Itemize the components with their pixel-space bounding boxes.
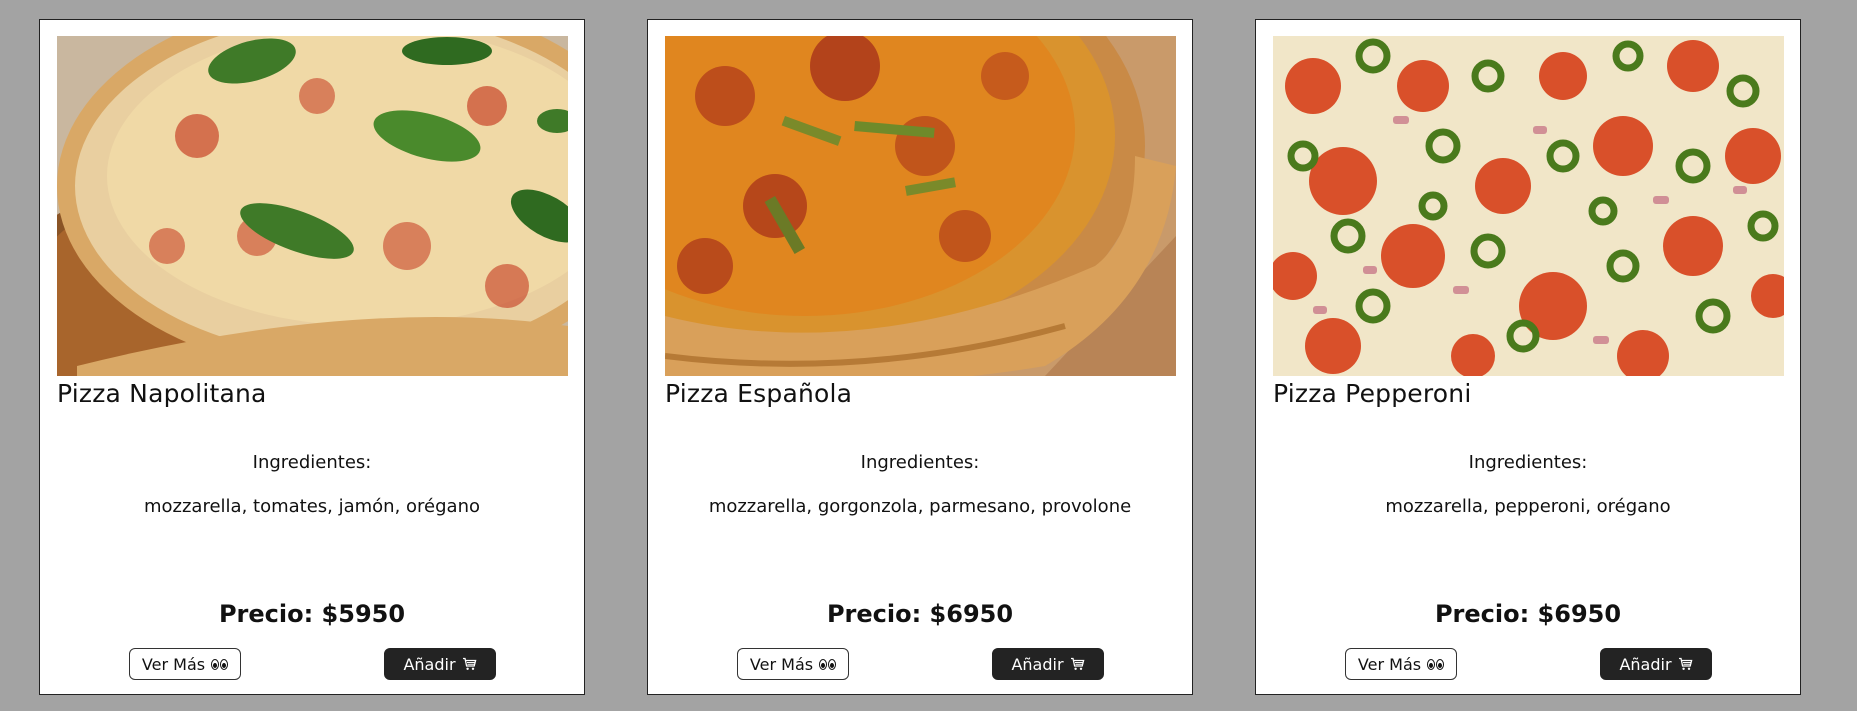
ingredients-list: mozzarella, gorgonzola, parmesano, provo… xyxy=(708,496,1132,517)
add-label: Añadir xyxy=(1619,654,1672,674)
product-price: Precio: $6950 xyxy=(826,600,1014,628)
ingredients-list: mozzarella, pepperoni, orégano xyxy=(1385,496,1671,517)
ver-mas-button[interactable]: Ver Más xyxy=(1345,648,1457,680)
ver-mas-button[interactable]: Ver Más xyxy=(737,648,849,680)
add-label: Añadir xyxy=(403,654,456,674)
ingredients-label: Ingredientes: xyxy=(1468,452,1588,473)
pizza-espanola-image xyxy=(665,36,1176,376)
product-title: Pizza Napolitana xyxy=(57,379,267,408)
ingredients-label: Ingredientes: xyxy=(860,452,980,473)
ingredients-label: Ingredientes: xyxy=(252,452,372,473)
product-card-pepperoni: Pizza Pepperoni Ingredientes: mozzarella… xyxy=(1255,19,1801,695)
pizza-napolitana-image xyxy=(57,36,568,376)
eyes-icon xyxy=(1427,658,1445,670)
add-to-cart-button[interactable]: Añadir xyxy=(1600,648,1712,680)
pizza-pepperoni-image xyxy=(1273,36,1784,376)
eyes-icon xyxy=(819,658,837,670)
ver-mas-label: Ver Más xyxy=(1357,654,1422,674)
ver-mas-label: Ver Más xyxy=(749,654,814,674)
product-title: Pizza Pepperoni xyxy=(1273,379,1472,408)
product-card-napolitana: Pizza Napolitana Ingredientes: mozzarell… xyxy=(39,19,585,695)
cart-icon xyxy=(462,657,477,671)
ver-mas-label: Ver Más xyxy=(141,654,206,674)
cart-icon xyxy=(1070,657,1085,671)
add-to-cart-button[interactable]: Añadir xyxy=(384,648,496,680)
product-price: Precio: $6950 xyxy=(1434,600,1622,628)
ingredients-list: mozzarella, tomates, jamón, orégano xyxy=(143,496,480,517)
eyes-icon xyxy=(211,658,229,670)
add-to-cart-button[interactable]: Añadir xyxy=(992,648,1104,680)
product-card-espanola: Pizza Española Ingredientes: mozzarella,… xyxy=(647,19,1193,695)
cart-icon xyxy=(1678,657,1693,671)
product-price: Precio: $5950 xyxy=(218,600,406,628)
product-title: Pizza Española xyxy=(665,379,853,408)
ver-mas-button[interactable]: Ver Más xyxy=(129,648,241,680)
add-label: Añadir xyxy=(1011,654,1064,674)
